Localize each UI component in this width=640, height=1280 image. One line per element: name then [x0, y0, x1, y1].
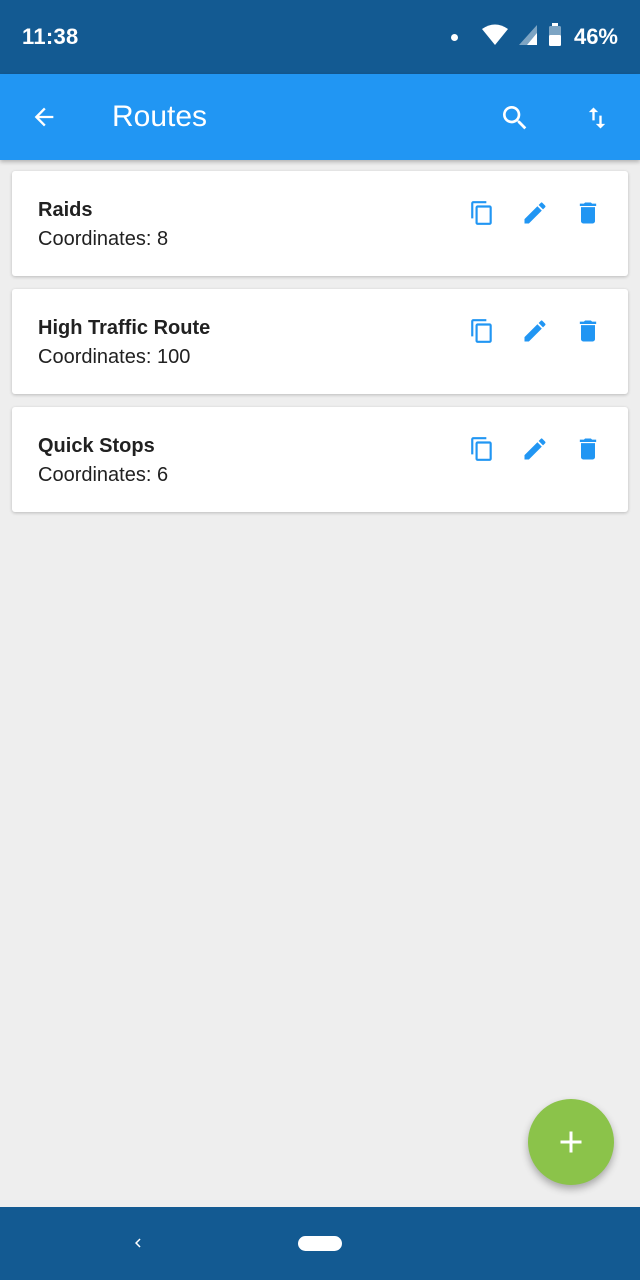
battery-icon — [548, 22, 562, 52]
chevron-left-icon — [135, 1238, 141, 1248]
delete-route-button[interactable] — [570, 431, 606, 467]
copy-icon — [471, 437, 492, 461]
nav-home-button[interactable] — [298, 1236, 342, 1251]
delete-icon — [579, 202, 597, 224]
delete-route-button[interactable] — [570, 195, 606, 231]
sort-button[interactable] — [576, 97, 618, 139]
route-name: Raids — [38, 199, 93, 221]
route-actions — [464, 195, 606, 231]
route-coordinates: Coordinates: 6 — [38, 464, 169, 486]
edit-icon — [524, 438, 546, 460]
cell-signal-icon — [518, 24, 538, 51]
edit-route-button[interactable] — [517, 313, 553, 349]
delete-route-button[interactable] — [570, 313, 606, 349]
delete-icon — [579, 438, 597, 460]
status-time: 11:38 — [22, 24, 79, 49]
delete-icon — [579, 320, 597, 342]
edit-route-button[interactable] — [517, 195, 553, 231]
copy-route-button[interactable] — [464, 431, 500, 467]
add-route-button[interactable] — [528, 1099, 614, 1185]
status-bar: 11:38 46% — [0, 0, 640, 74]
route-card[interactable]: Raids Coordinates: 8 — [12, 171, 628, 276]
edit-icon — [524, 320, 546, 342]
notification-dot-icon — [450, 33, 458, 41]
route-actions — [464, 431, 606, 467]
route-coordinates: Coordinates: 100 — [38, 346, 191, 368]
copy-route-button[interactable] — [464, 313, 500, 349]
route-name: High Traffic Route — [38, 317, 211, 339]
copy-route-button[interactable] — [464, 195, 500, 231]
back-button[interactable] — [24, 97, 64, 137]
edit-route-button[interactable] — [517, 431, 553, 467]
route-card[interactable]: High Traffic Route Coordinates: 100 — [12, 289, 628, 394]
copy-icon — [471, 201, 492, 225]
sort-icon — [588, 107, 606, 129]
page-title: Routes — [112, 100, 208, 133]
route-coordinates: Coordinates: 8 — [38, 228, 169, 250]
plus-icon — [560, 1131, 582, 1153]
back-arrow-icon — [34, 107, 54, 127]
route-card[interactable]: Quick Stops Coordinates: 6 — [12, 407, 628, 512]
system-nav-bar — [0, 1207, 640, 1280]
copy-icon — [471, 319, 492, 343]
search-button[interactable] — [494, 97, 536, 139]
battery-percentage: 46% — [573, 24, 618, 49]
app-bar: Routes — [0, 74, 640, 160]
route-list: Raids Coordinates: 8 High Traffic Route … — [12, 171, 628, 525]
nav-back-button[interactable] — [126, 1231, 150, 1255]
search-icon — [503, 106, 527, 130]
route-actions — [464, 313, 606, 349]
status-icons: 46% — [450, 22, 618, 52]
wifi-icon — [481, 24, 508, 51]
edit-icon — [524, 202, 546, 224]
route-name: Quick Stops — [38, 435, 155, 457]
